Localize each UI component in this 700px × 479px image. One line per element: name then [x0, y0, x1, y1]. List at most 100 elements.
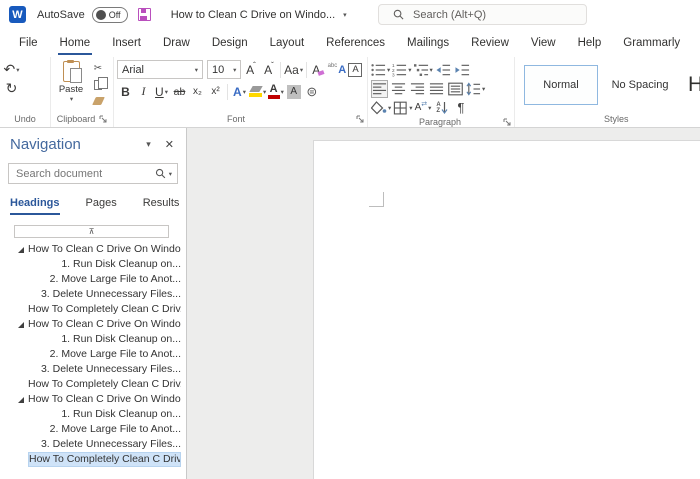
distribute-text-icon — [448, 82, 463, 96]
decrease-indent-button[interactable] — [435, 61, 452, 79]
change-case-icon: Aa — [284, 63, 299, 77]
tab-layout[interactable]: Layout — [259, 29, 316, 57]
nav-tab-pages[interactable]: Pages — [86, 197, 117, 215]
heading-item[interactable]: 3. Delete Unnecessary Files... — [0, 437, 186, 452]
chevron-down-icon: ▾ — [195, 66, 198, 74]
heading-item[interactable]: How To Completely Clean C Driv... — [0, 377, 186, 392]
asian-layout-button[interactable]: A ⇄ ▾ — [415, 99, 432, 117]
cut-button[interactable]: ✂ — [90, 62, 106, 75]
text-highlight-button[interactable]: ▾ — [249, 83, 266, 101]
heading-item[interactable]: 1. Run Disk Cleanup on... — [0, 257, 186, 272]
tab-insert[interactable]: Insert — [101, 29, 152, 57]
underline-button[interactable]: U ▾ — [153, 83, 170, 101]
heading-item[interactable]: 1. Run Disk Cleanup on... — [0, 332, 186, 347]
font-size-combobox[interactable]: 10 ▾ — [207, 60, 241, 79]
undo-button[interactable]: ↶ ▾ — [3, 61, 20, 79]
font-dialog-launcher[interactable] — [356, 115, 364, 123]
redo-button[interactable]: ↻ — [3, 80, 20, 98]
shrink-font-button[interactable]: A ˇ — [260, 61, 277, 79]
tab-draw[interactable]: Draw — [152, 29, 201, 57]
navigation-close-icon[interactable]: ✕ — [165, 138, 174, 151]
navigation-jump-box[interactable]: ⊼ — [14, 225, 169, 238]
heading-item[interactable]: How To Completely Clean C Driv... — [0, 302, 186, 317]
style-heading1[interactable]: He — [688, 73, 700, 97]
document-page[interactable] — [313, 140, 700, 479]
heading-item[interactable]: How To Clean C Drive On Windo... — [0, 317, 186, 332]
style-no-spacing[interactable]: No Spacing — [603, 65, 677, 105]
superscript-button[interactable]: x² — [207, 83, 224, 101]
tab-design[interactable]: Design — [201, 29, 259, 57]
change-case-button[interactable]: Aa ▾ — [284, 61, 302, 79]
format-painter-icon — [92, 97, 105, 105]
strikethrough-button[interactable]: ab — [171, 83, 188, 101]
font-color-button[interactable]: A ▾ — [267, 83, 284, 101]
heading-item[interactable]: 1. Run Disk Cleanup on... — [0, 407, 186, 422]
increase-indent-button[interactable] — [454, 61, 471, 79]
navigation-search-box[interactable]: ▾ — [8, 163, 178, 184]
navigation-headings-list: How To Clean C Drive On Windo... 1. Run … — [0, 242, 186, 467]
font-name-combobox[interactable]: Arial ▾ — [117, 60, 203, 79]
multilevel-list-button[interactable]: ▾ — [414, 61, 433, 79]
tab-mailings[interactable]: Mailings — [396, 29, 460, 57]
collapse-triangle-icon[interactable] — [18, 397, 24, 403]
autosave-toggle[interactable]: Off — [92, 7, 128, 23]
tab-file[interactable]: File — [8, 29, 49, 57]
bold-button[interactable]: B — [117, 83, 134, 101]
autosave-state-label: Off — [109, 10, 121, 20]
numbered-list-button[interactable]: 123 ▾ — [392, 61, 411, 79]
heading-item[interactable]: 2. Move Large File to Anot... — [0, 422, 186, 437]
format-painter-button[interactable] — [90, 94, 106, 107]
heading-item[interactable]: 2. Move Large File to Anot... — [0, 272, 186, 287]
italic-button[interactable]: I — [135, 83, 152, 101]
character-border-button[interactable]: A — [347, 61, 364, 79]
word-app-icon[interactable]: W — [9, 6, 26, 23]
align-center-button[interactable] — [390, 80, 407, 98]
borders-button[interactable]: ▾ — [393, 99, 412, 117]
heading-item[interactable]: How To Clean C Drive On Windo... — [0, 242, 186, 257]
phonetic-guide-button[interactable]: abc A — [328, 61, 346, 79]
asian-layout-icon: A — [415, 102, 422, 113]
collapse-triangle-icon[interactable] — [18, 322, 24, 328]
tab-help[interactable]: Help — [567, 29, 613, 57]
search-box[interactable]: Search (Alt+Q) — [378, 4, 587, 25]
align-left-button[interactable] — [371, 80, 388, 98]
heading-item[interactable]: 3. Delete Unnecessary Files... — [0, 362, 186, 377]
navigation-search-button[interactable]: ▾ — [155, 168, 172, 179]
tab-grammarly[interactable]: Grammarly — [612, 29, 691, 57]
subscript-button[interactable]: x₂ — [189, 83, 206, 101]
copy-button[interactable] — [90, 78, 106, 91]
heading-item[interactable]: 2. Move Large File to Anot... — [0, 347, 186, 362]
tab-view[interactable]: View — [520, 29, 567, 57]
heading-item[interactable]: 3. Delete Unnecessary Files... — [0, 287, 186, 302]
paragraph-dialog-launcher[interactable] — [503, 118, 511, 126]
distribute-text-button[interactable] — [447, 80, 464, 98]
clear-formatting-button[interactable]: A — [310, 61, 327, 79]
bullet-list-button[interactable]: ▾ — [371, 61, 390, 79]
grow-font-button[interactable]: A ˆ — [242, 61, 259, 79]
tab-references[interactable]: References — [315, 29, 396, 57]
style-normal[interactable]: Normal — [524, 65, 598, 105]
align-right-button[interactable] — [409, 80, 426, 98]
line-spacing-button[interactable]: ▾ — [466, 80, 485, 98]
nav-tab-headings[interactable]: Headings — [10, 197, 60, 215]
show-formatting-marks-button[interactable]: ¶ — [453, 99, 470, 117]
enclose-characters-button[interactable]: ⊜ — [303, 83, 320, 101]
navigation-options-chevron-icon[interactable]: ▾ — [146, 139, 151, 150]
document-title[interactable]: How to Clean C Drive on Windo... ▾ — [171, 9, 347, 21]
divider — [227, 84, 228, 100]
nav-tab-results[interactable]: Results — [143, 197, 180, 215]
clipboard-dialog-launcher[interactable] — [99, 115, 107, 123]
tab-home[interactable]: Home — [49, 29, 102, 57]
heading-item-selected[interactable]: How To Completely Clean C Driv... — [0, 452, 186, 467]
collapse-triangle-icon[interactable] — [18, 247, 24, 253]
save-icon[interactable] — [138, 8, 151, 21]
justify-button[interactable] — [428, 80, 445, 98]
text-effects-button[interactable]: A ▾ — [231, 83, 248, 101]
shading-button[interactable]: ▾ — [371, 99, 391, 117]
heading-item[interactable]: How To Clean C Drive On Windo... — [0, 392, 186, 407]
character-shading-button[interactable]: A — [285, 83, 302, 101]
sort-button[interactable]: A Z — [434, 99, 451, 117]
paste-button[interactable]: Paste ▾ — [54, 60, 88, 107]
navigation-search-input[interactable] — [14, 167, 155, 181]
tab-review[interactable]: Review — [460, 29, 520, 57]
